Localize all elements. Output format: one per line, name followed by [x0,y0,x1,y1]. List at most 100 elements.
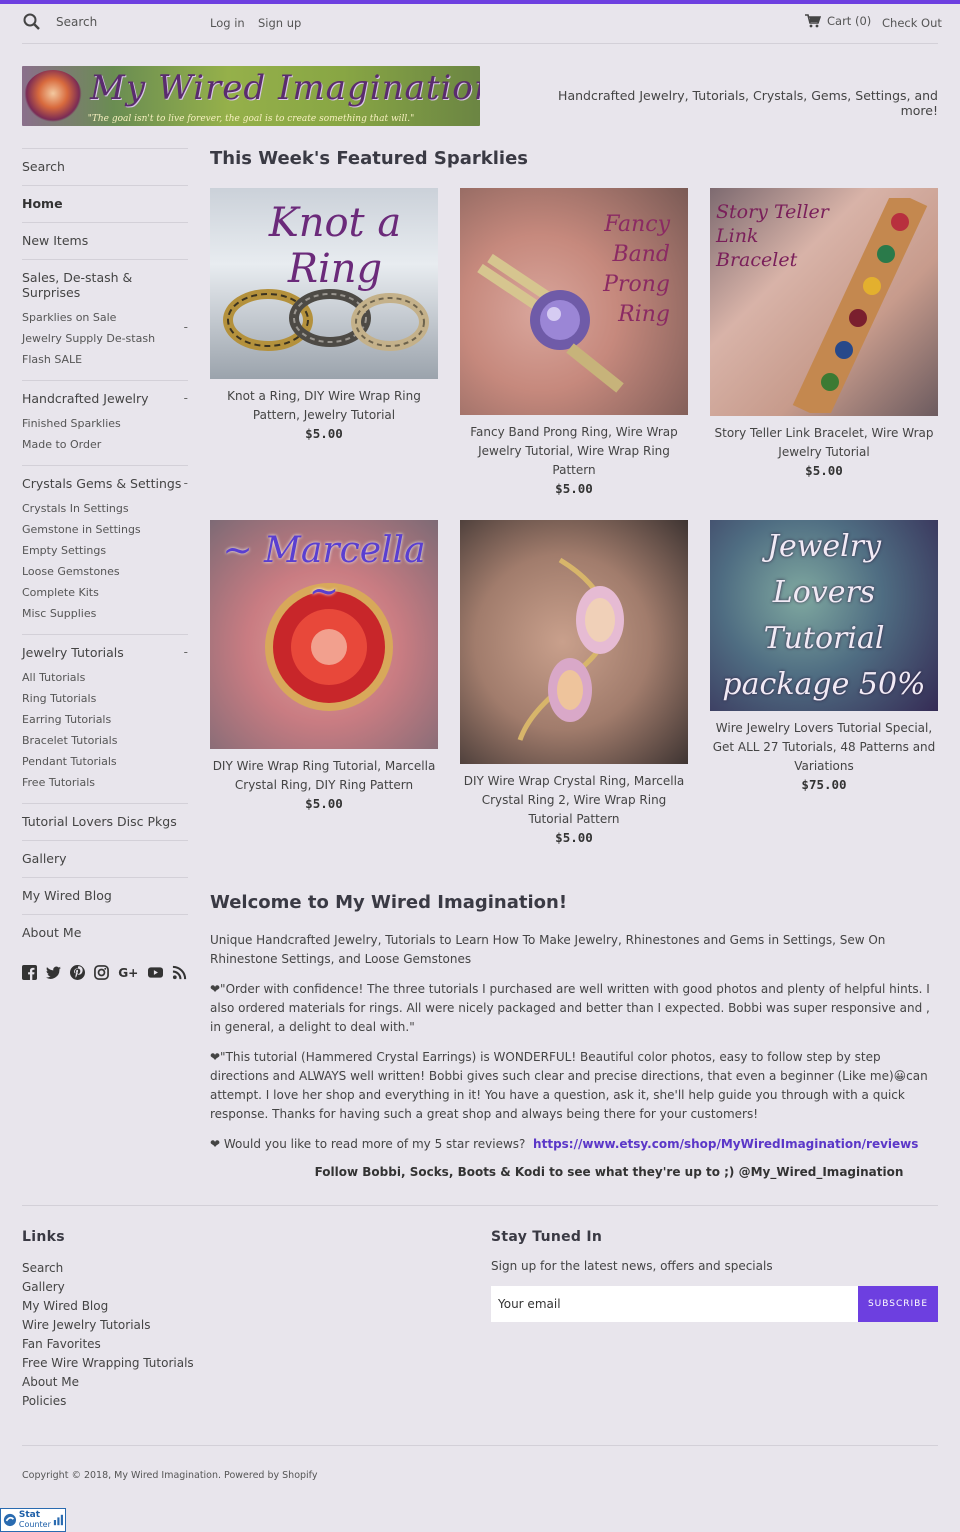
product-title[interactable]: Knot a Ring, DIY Wire Wrap Ring Pattern,… [210,387,438,425]
sidebar-item-tutorials[interactable]: Jewelry Tutorials [22,635,188,671]
sidebar-crystals-toggle[interactable]: - [184,476,188,490]
sidebar-subitem[interactable]: All Tutorials [22,667,188,688]
sidebar-subitem[interactable]: Bracelet Tutorials [22,730,188,751]
sidebar-subitem[interactable]: Flash SALE [22,349,188,370]
sidebar-handcrafted-submenu: Finished Sparklies Made to Order [22,413,188,465]
sidebar-item-crystals[interactable]: Crystals Gems & Settings [22,466,188,502]
sidebar-item-gallery[interactable]: Gallery [22,841,188,877]
cart-label: Cart (0) [827,14,872,28]
site-logo[interactable]: My Wired Imagination "The goal isn't to … [22,66,480,126]
sidebar-subitem[interactable]: Finished Sparklies [22,413,188,434]
product-image[interactable]: Knot a Ring [210,188,438,379]
newsletter-section: Stay Tuned In Sign up for the latest new… [491,1229,938,1322]
sidebar-subitem[interactable]: Loose Gemstones [22,561,188,582]
search-input[interactable] [56,15,186,29]
sidebar-nav: Search Home New Items Sales, De-stash & … [22,148,188,980]
featured-title: This Week's Featured Sparklies [210,148,529,169]
newsletter-subtitle: Sign up for the latest news, offers and … [491,1259,773,1273]
google-plus-icon[interactable]: G+ [118,965,139,980]
sidebar-item-home[interactable]: Home [22,186,188,222]
product-title[interactable]: Wire Jewelry Lovers Tutorial Special, Ge… [710,719,938,776]
sidebar-subitem[interactable]: Gemstone in Settings [22,519,188,540]
product-price: $5.00 [305,426,343,441]
product-price: $75.00 [801,777,847,792]
instagram-icon[interactable] [94,965,109,980]
sidebar-subitem[interactable]: Earring Tutorials [22,709,188,730]
welcome-section: Welcome to My Wired Imagination! Unique … [210,892,938,1179]
signup-link[interactable]: Sign up [258,16,301,30]
sidebar-item-about[interactable]: About Me [22,915,188,951]
ring-image [223,289,429,351]
reviews-link[interactable]: https://www.etsy.com/shop/MyWiredImagina… [533,1137,918,1151]
statcounter-label: Counter [18,1520,51,1529]
sidebar-item-blog[interactable]: My Wired Blog [22,878,188,914]
cart-link[interactable]: Cart (0) [805,14,871,28]
sidebar-subitem[interactable]: Made to Order [22,434,188,455]
sidebar-subitem[interactable]: Misc Supplies [22,603,188,624]
sidebar-subitem[interactable]: Ring Tutorials [22,688,188,709]
footer-link[interactable]: Gallery [22,1278,422,1297]
product-card[interactable]: Fancy Band Prong Ring Fancy Band Prong R… [460,188,688,496]
sidebar-tutorials-submenu: All Tutorials Ring Tutorials Earring Tut… [22,667,188,803]
footer-link[interactable]: Policies [22,1392,422,1411]
header-divider [22,43,938,44]
rss-icon[interactable] [172,965,187,980]
sidebar-subitem[interactable]: Crystals In Settings [22,498,188,519]
statcounter-logo-icon [3,1513,17,1527]
social-links: G+ [22,965,188,980]
footer-bottom-divider [22,1445,938,1446]
footer-link[interactable]: My Wired Blog [22,1297,422,1316]
statcounter-badge[interactable]: Stat Counter [0,1508,66,1532]
sidebar-item-tutorial-pkgs[interactable]: Tutorial Lovers Disc Pkgs [22,804,188,840]
product-image[interactable]: Story Teller Link Bracelet [710,188,938,416]
footer-link[interactable]: About Me [22,1373,422,1392]
search-icon[interactable] [22,12,42,32]
checkout-link[interactable]: Check Out [882,16,942,30]
sidebar-tutorials-toggle[interactable]: - [184,645,188,659]
product-title[interactable]: DIY Wire Wrap Ring Tutorial, Marcella Cr… [210,757,438,795]
sidebar-item-search[interactable]: Search [22,149,188,185]
sidebar-subitem[interactable]: Free Tutorials [22,772,188,793]
logo-title: My Wired Imagination [90,68,480,108]
sidebar-subitem[interactable]: Complete Kits [22,582,188,603]
reviews-prompt-text: ❤ Would you like to read more of my 5 st… [210,1137,526,1151]
product-image[interactable]: ~ Marcella ~ [210,520,438,749]
product-image[interactable] [460,520,688,764]
sidebar-sales-submenu: - Sparklies on Sale Jewelry Supply De-st… [22,307,188,380]
sidebar-subitem[interactable]: Jewelry Supply De-stash [22,328,188,349]
sidebar-sales-toggle[interactable]: - [184,307,188,338]
product-card[interactable]: Jewelry Lovers Tutorial package 50% Savi… [710,520,938,792]
footer-link[interactable]: Search [22,1259,422,1278]
sidebar-handcrafted-toggle[interactable]: - [184,391,188,405]
facebook-icon[interactable] [22,965,37,980]
product-image[interactable]: Jewelry Lovers Tutorial package 50% Savi… [710,520,938,711]
product-title[interactable]: Fancy Band Prong Ring, Wire Wrap Jewelry… [460,423,688,480]
pinterest-icon[interactable] [70,965,85,980]
youtube-icon[interactable] [148,965,163,980]
product-card[interactable]: Knot a Ring Knot a Ring, DIY Wire Wrap R… [210,188,438,441]
footer-links-title: Links [22,1229,65,1245]
product-title[interactable]: DIY Wire Wrap Crystal Ring, Marcella Cry… [460,772,688,829]
sidebar-subitem[interactable]: Sparklies on Sale [22,307,188,328]
twitter-icon[interactable] [46,965,61,980]
sidebar-item-handcrafted[interactable]: Handcrafted Jewelry [22,381,188,417]
footer-link[interactable]: Free Wire Wrapping Tutorials [22,1354,422,1373]
product-card[interactable]: Story Teller Link Bracelet Story Teller … [710,188,938,478]
product-image[interactable]: Fancy Band Prong Ring [460,188,688,415]
footer-link[interactable]: Fan Favorites [22,1335,422,1354]
footer-links-section: Links Search Gallery My Wired Blog Wire … [22,1229,422,1411]
product-price: $5.00 [305,796,343,811]
review-quote: ❤"This tutorial (Hammered Crystal Earrin… [210,1050,928,1121]
subscribe-button[interactable]: SUBSCRIBE [858,1286,938,1322]
login-link[interactable]: Log in [210,16,245,30]
product-title[interactable]: Story Teller Link Bracelet, Wire Wrap Je… [710,424,938,462]
product-card[interactable]: ~ Marcella ~ DIY Wire Wrap Ring Tutorial… [210,520,438,811]
email-field[interactable] [491,1286,858,1322]
sidebar-subitem[interactable]: Empty Settings [22,540,188,561]
sidebar-item-sales[interactable]: Sales, De-stash & Surprises [22,260,188,311]
product-card[interactable]: DIY Wire Wrap Crystal Ring, Marcella Cry… [460,520,688,845]
sidebar-subitem[interactable]: Pendant Tutorials [22,751,188,772]
footer-link[interactable]: Wire Jewelry Tutorials [22,1316,422,1335]
site-tagline: Handcrafted Jewelry, Tutorials, Crystals… [558,88,938,118]
sidebar-item-new-items[interactable]: New Items [22,223,188,259]
